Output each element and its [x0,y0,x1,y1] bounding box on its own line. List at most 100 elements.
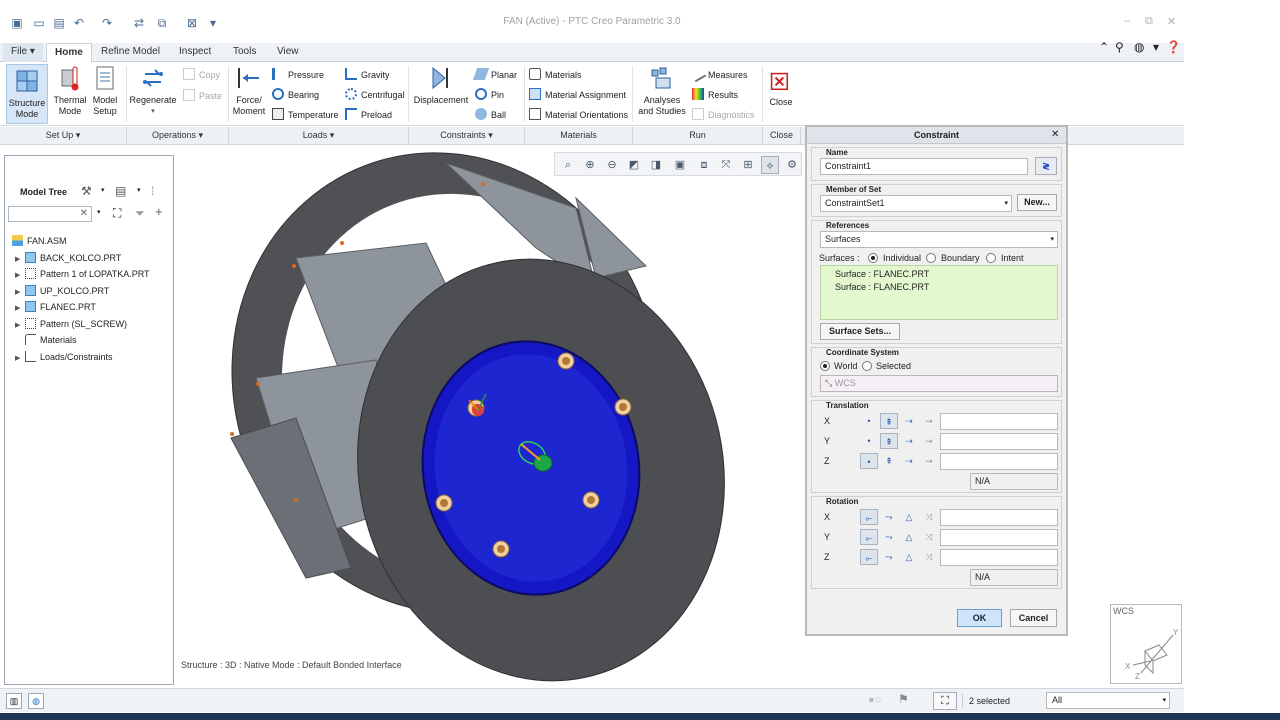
preload-button[interactable]: Preload [345,108,392,120]
show-dropdown-icon[interactable]: ▾ [137,186,141,194]
view-manager-icon[interactable]: ⧈ [695,156,713,174]
model-setup-button[interactable]: Model Setup [90,64,120,117]
tree-item[interactable]: ▶ Pattern 1 of LOPATKA.PRT [15,266,150,282]
centrifugal-button[interactable]: Centrifugal [345,88,405,100]
community-menu-icon[interactable]: ▾ [1153,40,1159,54]
minimize-icon[interactable]: – [1124,15,1130,27]
new-set-button[interactable]: New... [1017,194,1057,211]
force-moment-button[interactable]: Force/ Moment [231,64,267,117]
group-operations[interactable]: Operations ▾ [127,127,229,145]
tree-item[interactable]: ▶ UP_KOLCO.PRT [15,283,109,299]
community-icon[interactable]: ◍ [1134,40,1144,54]
prescribed-dof-icon[interactable]: ⇢ [900,433,918,449]
expand-arrow-icon[interactable]: ▶ [15,318,25,334]
structure-mode-button[interactable]: Structure Mode [6,64,48,124]
color-picker-icon[interactable]: ≷ [1035,157,1057,175]
display-style-icon[interactable]: ◨ [647,156,665,174]
thermal-mode-button[interactable]: Thermal Mode [52,64,88,117]
rotation-z-field[interactable] [940,549,1058,566]
fixed-dof-icon[interactable]: ⇞ [880,433,898,449]
temperature-button[interactable]: Temperature [272,108,339,120]
name-field[interactable]: Constraint1 [820,158,1028,175]
zoom-out-icon[interactable]: ⊖ [603,156,621,174]
fixed-dof-icon[interactable]: ⇞ [880,453,898,469]
cancel-button[interactable]: Cancel [1010,609,1057,627]
tree-settings-icon[interactable]: ⚒ [81,184,92,198]
tree-item[interactable]: Materials [25,332,77,348]
free-rotation-icon[interactable]: ⟜ [860,509,878,525]
prescribed-dof-icon[interactable]: ⇢ [900,413,918,429]
ball-button[interactable]: Ball [475,108,506,120]
paste-button[interactable]: Paste [183,89,222,101]
find-icon[interactable]: ⛶ [113,206,121,221]
csys-field[interactable]: ⤡ WCS [820,375,1058,392]
selection-filter-select[interactable]: All ▾ [1046,692,1170,709]
flag-icon[interactable]: ⚑ [898,692,909,706]
browser-toggle-icon[interactable]: ◍ [28,693,44,709]
function-dof-icon[interactable]: ⇝ [920,433,938,449]
displacement-button[interactable]: Displacement [412,64,470,106]
tab-view[interactable]: View [269,43,307,62]
function-rotation-icon[interactable]: ⤨ [920,529,938,545]
material-assignment-button[interactable]: Material Assignment [529,88,626,100]
tree-item[interactable]: ▶ FLANEC.PRT [15,299,96,315]
boundary-radio[interactable] [926,253,936,263]
tree-settings-dropdown-icon[interactable]: ▾ [101,186,105,194]
repaint-icon[interactable]: ◩ [625,156,643,174]
free-dof-icon[interactable]: • [860,433,878,449]
gravity-button[interactable]: Gravity [345,68,390,80]
tree-search-input[interactable]: ✕ [8,206,92,222]
prescribed-dof-icon[interactable]: ⇢ [900,453,918,469]
search-dropdown-icon[interactable]: ▾ [97,208,101,216]
function-dof-icon[interactable]: ⇝ [920,413,938,429]
analyses-studies-button[interactable]: Analyses and Studies [636,64,688,117]
free-rotation-icon[interactable]: ⟜ [860,529,878,545]
materials-button[interactable]: Materials [529,68,582,80]
tab-refine-model[interactable]: Refine Model [93,43,168,62]
selection-count[interactable]: 2 selected [962,694,1042,708]
free-dof-icon[interactable]: • [860,453,878,469]
tree-item[interactable]: ▶ BACK_KOLCO.PRT [15,250,121,266]
tree-item[interactable]: ▶ Loads/Constraints [15,349,113,365]
selected-references-list[interactable]: Surface : FLANEC.PRT Surface : FLANEC.PR… [820,265,1058,320]
add-icon[interactable]: + [155,204,163,219]
group-setup[interactable]: Set Up ▾ [0,127,127,145]
free-rotation-icon[interactable]: ⟜ [860,549,878,565]
measures-button[interactable]: Measures [689,65,748,83]
help-icon[interactable]: ❓ [1166,40,1181,54]
tab-home[interactable]: Home [46,43,92,62]
screw[interactable] [582,491,600,509]
ok-button[interactable]: OK [957,609,1002,627]
find-icon[interactable]: ⛶ [933,692,957,710]
planar-button[interactable]: Planar [472,68,517,80]
diagnostics-button[interactable]: Diagnostics [692,108,755,120]
material-orientations-button[interactable]: Material Orientations [529,108,628,120]
clear-search-icon[interactable]: ✕ [80,208,88,219]
close-button[interactable]: Close [766,64,796,108]
prescribed-rotation-icon[interactable]: △ [900,529,918,545]
translation-na-field[interactable]: N/A [970,473,1058,490]
tab-tools[interactable]: Tools [225,43,264,62]
tree-item[interactable]: ▶ Pattern (SL_SCREW) [15,316,127,332]
tree-item[interactable]: FAN.ASM [12,233,67,249]
translation-x-field[interactable] [940,413,1058,430]
group-constraints[interactable]: Constraints ▾ [409,127,525,145]
fixed-rotation-icon[interactable]: ⤳ [880,549,898,565]
selected-radio[interactable] [862,361,872,371]
fixed-dof-icon[interactable]: ⇞ [880,413,898,429]
screw[interactable] [557,352,575,370]
dialog-close-icon[interactable]: ✕ [1051,129,1059,140]
rotation-x-field[interactable] [940,509,1058,526]
constraint-set-select[interactable]: ConstraintSet1 ▾ [820,195,1012,212]
world-radio[interactable] [820,361,830,371]
zoom-in-icon[interactable]: ⊕ [581,156,599,174]
copy-button[interactable]: Copy [183,68,220,80]
search-icon[interactable]: ⚲ [1115,40,1124,54]
close-icon[interactable]: ✕ [1167,15,1176,28]
navigator-toggle-icon[interactable]: ▥ [6,693,22,709]
function-rotation-icon[interactable]: ⤨ [920,509,938,525]
list-item[interactable]: Surface : FLANEC.PRT [835,282,929,292]
translation-z-field[interactable] [940,453,1058,470]
tree-filter-columns-icon[interactable]: ⁞ [151,184,154,198]
list-item[interactable]: Surface : FLANEC.PRT [835,269,929,279]
